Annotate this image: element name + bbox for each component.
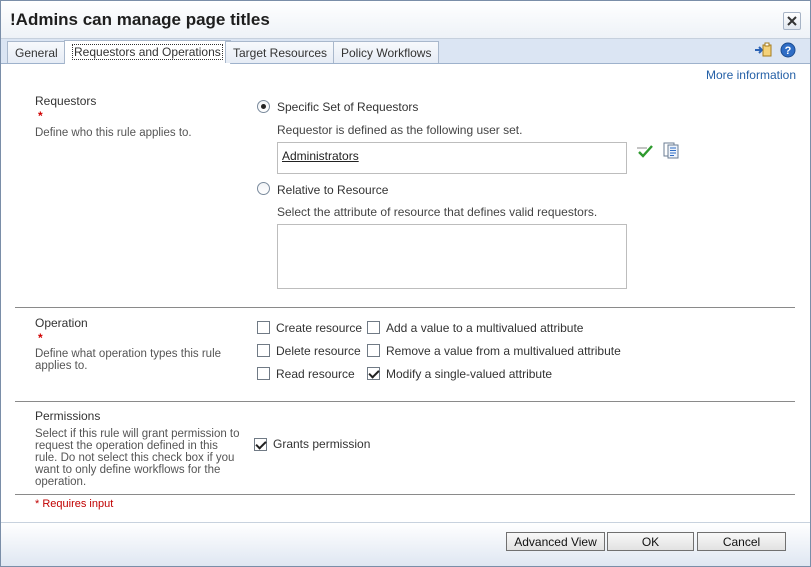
tab-requestors-and-operations[interactable]: Requestors and Operations <box>64 40 231 64</box>
operation-required-mark: * <box>38 331 43 345</box>
cancel-button[interactable]: Cancel <box>697 532 786 551</box>
close-button[interactable] <box>783 12 801 30</box>
add-multivalued-label: Add a value to a multivalued attribute <box>386 321 584 335</box>
tab-general[interactable]: General <box>7 41 66 63</box>
remove-multivalued-checkbox[interactable] <box>367 344 380 357</box>
close-icon <box>787 16 797 26</box>
section-divider <box>15 494 795 495</box>
remove-multivalued-label: Remove a value from a multivalued attrib… <box>386 344 621 358</box>
grants-permission-checkbox[interactable] <box>254 438 267 451</box>
check-names-icon <box>637 145 653 158</box>
help-button[interactable]: ? <box>780 42 796 58</box>
browse-button[interactable] <box>663 142 681 162</box>
relative-to-resource-radio[interactable] <box>257 182 270 195</box>
policy-rule-dialog: !Admins can manage page titles General R… <box>0 0 811 567</box>
more-information-link[interactable]: More information <box>706 68 796 82</box>
operation-heading: Operation <box>35 316 88 330</box>
specific-requestors-label: Specific Set of Requestors <box>277 100 419 114</box>
operation-description: Define what operation types this rule ap… <box>35 348 222 372</box>
relative-to-resource-hint: Select the attribute of resource that de… <box>277 205 598 219</box>
delete-resource-label: Delete resource <box>276 344 361 358</box>
create-resource-checkbox[interactable] <box>257 321 270 334</box>
tab-label: Requestors and Operations <box>72 44 223 60</box>
section-divider <box>15 401 795 402</box>
requires-input-note: * Requires input <box>35 498 114 510</box>
section-divider <box>15 307 795 308</box>
permissions-description: Select if this rule will grant permissio… <box>35 428 240 488</box>
modify-single-valued-label: Modify a single-valued attribute <box>386 367 553 381</box>
tab-tools: ? <box>754 42 796 58</box>
specific-requestors-radio[interactable] <box>257 100 270 113</box>
read-resource-checkbox[interactable] <box>257 367 270 380</box>
permissions-heading: Permissions <box>35 409 101 423</box>
add-multivalued-checkbox[interactable] <box>367 321 380 334</box>
create-resource-label: Create resource <box>276 321 363 335</box>
dialog-footer: Advanced View OK Cancel <box>1 522 810 566</box>
tab-target-resources[interactable]: Target Resources <box>225 41 336 63</box>
export-button[interactable] <box>754 42 772 58</box>
requestors-required-mark: * <box>38 109 43 123</box>
tab-policy-workflows[interactable]: Policy Workflows <box>333 41 440 63</box>
requestors-heading: Requestors <box>35 94 97 108</box>
help-icon: ? <box>780 42 796 58</box>
requestor-set-value[interactable]: Administrators <box>282 149 359 163</box>
tab-bar: General Requestors and Operations Target… <box>1 39 810 64</box>
check-names-button[interactable] <box>636 143 654 162</box>
title-bar: !Admins can manage page titles <box>1 1 810 39</box>
specific-requestors-hint: Requestor is defined as the following us… <box>277 123 523 137</box>
ok-button[interactable]: OK <box>607 532 694 551</box>
read-resource-label: Read resource <box>276 367 355 381</box>
advanced-view-button[interactable]: Advanced View <box>506 532 605 551</box>
delete-resource-checkbox[interactable] <box>257 344 270 357</box>
modify-single-valued-checkbox[interactable] <box>367 367 380 380</box>
relative-to-resource-label: Relative to Resource <box>277 183 389 197</box>
export-icon <box>755 42 772 57</box>
requestor-set-field[interactable]: Administrators <box>277 142 627 174</box>
dialog-title: !Admins can manage page titles <box>10 10 270 29</box>
browse-icon <box>663 142 679 159</box>
relative-attribute-field[interactable] <box>277 224 627 289</box>
requestors-description: Define who this rule applies to. <box>35 127 192 139</box>
svg-text:?: ? <box>785 45 792 57</box>
grants-permission-label: Grants permission <box>273 437 371 451</box>
